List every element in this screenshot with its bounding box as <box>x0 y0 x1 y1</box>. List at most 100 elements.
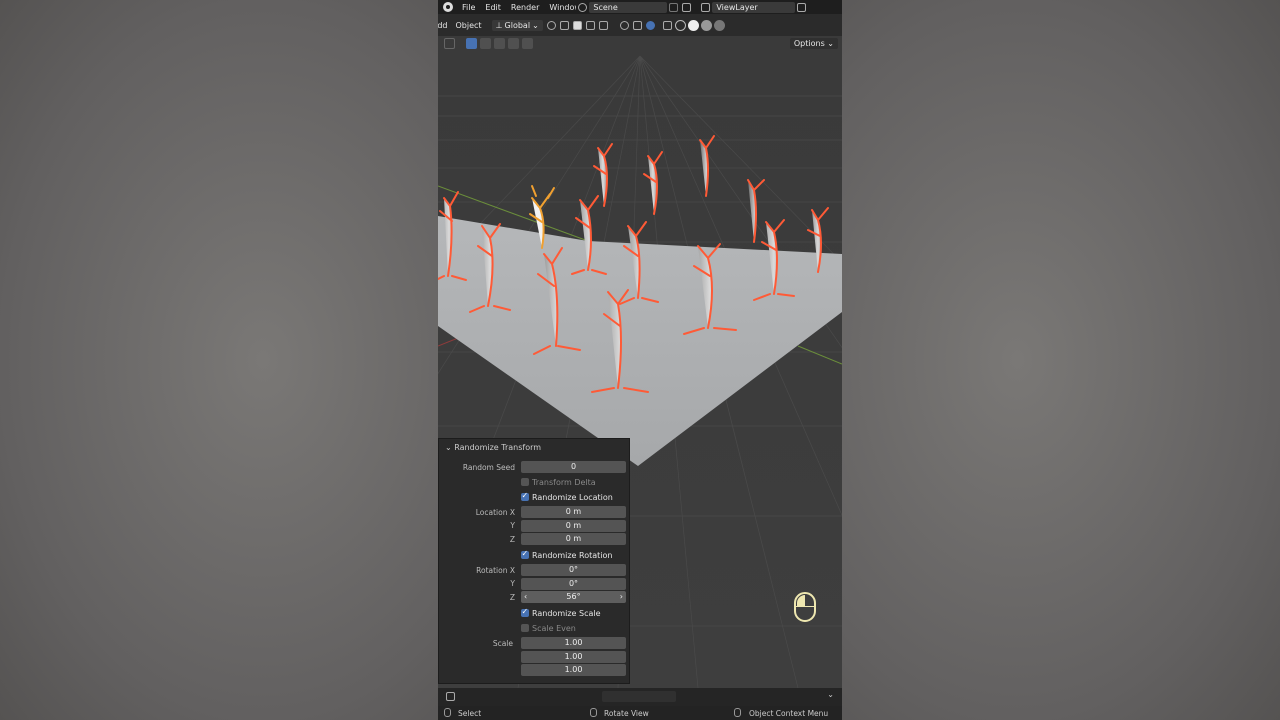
random-seed-row: Random Seed 0 <box>439 461 631 473</box>
3d-viewport[interactable]: Options ⌄ ⌄ Randomize Transform Random S… <box>438 36 842 688</box>
search-field[interactable] <box>602 691 676 702</box>
location-x-field[interactable]: 0 m <box>521 506 626 518</box>
blender-logo-icon[interactable] <box>443 2 453 12</box>
mouse-right-icon <box>734 708 741 717</box>
rotation-y-row: Y 0° <box>439 577 631 590</box>
randomize-location-label: Randomize Location <box>532 492 613 502</box>
select-intersect-icon[interactable] <box>522 38 533 49</box>
rotation-y-field[interactable]: 0° <box>521 577 626 590</box>
wireframe-shading-icon[interactable] <box>674 19 686 31</box>
checkbox-checked-icon <box>521 607 529 617</box>
random-seed-field[interactable]: 0 <box>521 461 626 473</box>
menu-window[interactable]: Window <box>544 3 576 12</box>
editor-type-icon[interactable] <box>446 692 455 701</box>
randomize-location-checkbox[interactable]: Randomize Location <box>521 491 613 503</box>
menu-file[interactable]: File <box>457 3 480 12</box>
viewport-header: Add Object ⊥ Global ⌄ <box>438 14 842 36</box>
location-z-label: Z <box>509 534 515 544</box>
location-z-field[interactable]: 0 m <box>521 533 626 545</box>
random-seed-label: Random Seed <box>462 462 515 472</box>
select-subtract-icon[interactable] <box>494 38 505 49</box>
transform-delta-checkbox[interactable]: Transform Delta <box>521 476 596 488</box>
select-extend-icon[interactable] <box>480 38 491 49</box>
select-invert-icon[interactable] <box>508 38 519 49</box>
decrement-arrow-icon[interactable]: ‹ <box>524 591 527 603</box>
status-bar: Select Rotate View Object Context Menu <box>438 706 842 720</box>
scale-y-field[interactable]: 1.00 <box>521 650 626 663</box>
menu-edit[interactable]: Edit <box>480 3 506 12</box>
checkbox-checked-icon <box>521 491 529 501</box>
menu-add[interactable]: Add <box>438 21 452 30</box>
scale-even-label: Scale Even <box>532 623 576 633</box>
mouse-left-click-icon <box>794 592 816 622</box>
checkbox-icon <box>521 624 529 632</box>
scale-y-row: 1.00 <box>439 650 631 663</box>
location-y-row: Y 0 m <box>439 519 631 532</box>
top-menu-bar: File Edit Render Window Scene ViewLayer <box>438 0 842 14</box>
location-x-label: Location X <box>475 507 515 517</box>
mouse-middle-icon <box>590 708 597 717</box>
randomize-rotation-checkbox[interactable]: Randomize Rotation <box>521 549 612 561</box>
chevron-down-icon: ⌄ <box>532 20 539 30</box>
menu-object[interactable]: Object <box>452 21 486 30</box>
scale-x-row: Scale 1.00 <box>439 637 631 649</box>
rotation-z-field[interactable]: ‹ 56° › <box>521 591 626 603</box>
falloff-icon[interactable] <box>598 20 608 30</box>
randomize-rotation-label: Randomize Rotation <box>532 550 613 560</box>
solid-shading-icon[interactable] <box>687 19 699 31</box>
randomize-transform-panel: ⌄ Randomize Transform Random Seed 0 Tran… <box>438 438 630 684</box>
xray-icon[interactable] <box>662 20 672 30</box>
new-view-layer-icon[interactable] <box>797 2 807 12</box>
status-context-menu: Object Context Menu <box>749 708 829 718</box>
orientation-icon: ⊥ <box>495 20 503 30</box>
options-label: Options <box>793 39 825 48</box>
select-new-icon[interactable] <box>466 38 477 49</box>
chevron-down-icon: ⌄ <box>445 443 455 452</box>
scene-icon[interactable] <box>578 2 588 12</box>
orientation-label: Global <box>504 20 531 30</box>
snap-icon[interactable] <box>559 20 569 30</box>
scene-name: Scene <box>593 2 618 12</box>
rendered-shading-icon[interactable] <box>713 19 725 31</box>
increment-arrow-icon[interactable]: › <box>620 591 623 603</box>
location-y-field[interactable]: 0 m <box>521 519 626 532</box>
scale-even-checkbox[interactable]: Scale Even <box>521 622 576 634</box>
panel-title: Randomize Transform <box>454 443 542 452</box>
rotation-x-label: Rotation X <box>476 565 515 575</box>
view-layer-name: ViewLayer <box>716 2 758 12</box>
scale-z-field[interactable]: 1.00 <box>521 664 626 676</box>
gizmo-icon[interactable] <box>632 20 642 30</box>
status-rotate-view: Rotate View <box>604 708 649 718</box>
rotation-z-row: Z ‹ 56° › <box>439 591 631 603</box>
pivot-icon[interactable] <box>546 20 556 30</box>
visibility-icon[interactable] <box>619 20 629 30</box>
chevron-down-icon[interactable]: ⌄ <box>827 690 834 699</box>
proportional-edit-icon[interactable] <box>585 20 595 30</box>
transform-orientation-dropdown[interactable]: ⊥ Global ⌄ <box>491 19 543 31</box>
scene-selector[interactable]: Scene <box>589 1 668 13</box>
menu-render[interactable]: Render <box>506 3 544 12</box>
status-select: Select <box>458 708 482 718</box>
view-layer-selector[interactable]: ViewLayer <box>712 1 796 13</box>
blender-window: File Edit Render Window Scene ViewLayer … <box>438 0 842 720</box>
material-shading-icon[interactable] <box>700 19 712 31</box>
panel-header[interactable]: ⌄ Randomize Transform <box>445 443 541 452</box>
new-scene-icon[interactable] <box>682 2 692 12</box>
view-layer-icon[interactable] <box>701 2 711 12</box>
overlays-icon[interactable] <box>645 20 655 30</box>
pin-icon[interactable] <box>669 2 679 12</box>
snap-target-icon[interactable] <box>572 20 582 30</box>
rotation-x-field[interactable]: 0° <box>521 564 626 576</box>
location-y-label: Y <box>510 521 515 530</box>
editor-footer: ⌕ ⌄ <box>438 688 842 706</box>
scale-z-row: 1.00 <box>439 664 631 676</box>
rotation-y-label: Y <box>510 579 515 588</box>
scale-x-field[interactable]: 1.00 <box>521 637 626 649</box>
tool-icon[interactable] <box>444 38 455 49</box>
randomize-scale-checkbox[interactable]: Randomize Scale <box>521 607 601 619</box>
background-right <box>842 0 1280 720</box>
scale-label: Scale <box>492 638 513 648</box>
options-dropdown[interactable]: Options ⌄ <box>789 38 838 49</box>
checkbox-checked-icon <box>521 549 529 559</box>
location-z-row: Z 0 m <box>439 533 631 545</box>
